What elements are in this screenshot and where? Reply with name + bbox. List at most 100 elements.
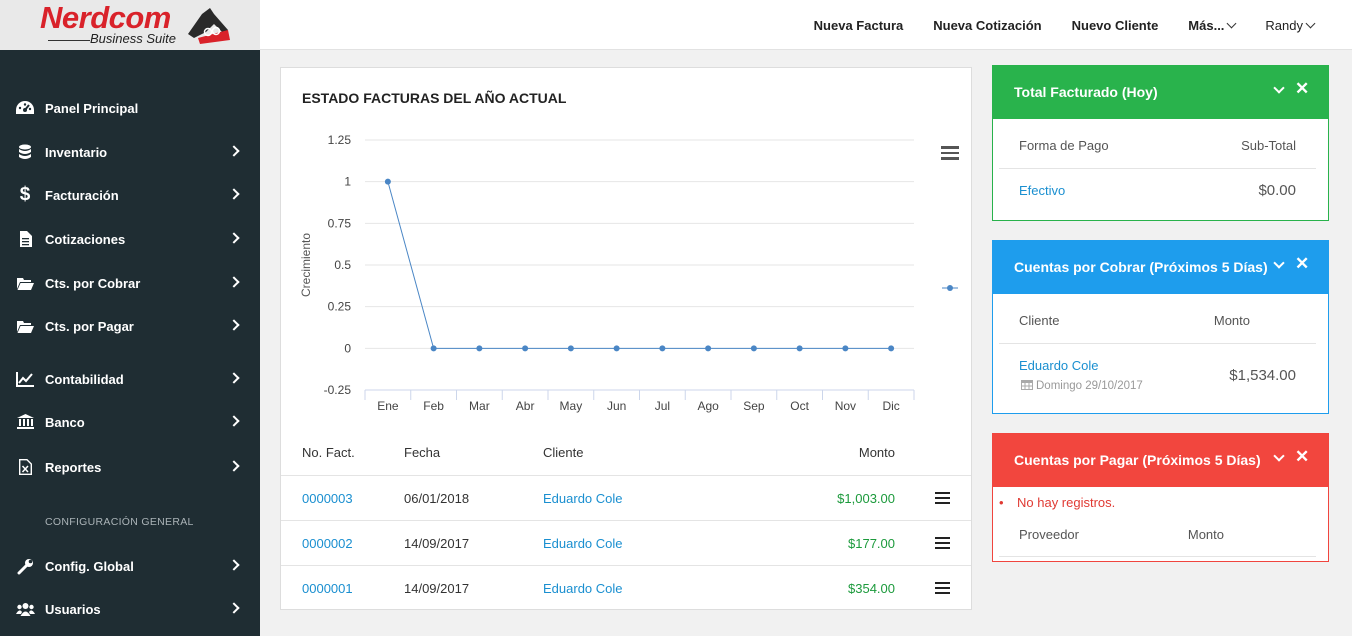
cuentas-por-pagar-panel: Cuentas por Pagar (Próximos 5 Días) ✕ • … <box>992 433 1329 562</box>
y-tick-label: -0.25 <box>324 383 352 397</box>
y-tick-label: 1 <box>344 175 351 189</box>
invoice-amount: $177.00 <box>848 536 895 551</box>
panel-title: Total Facturado (Hoy) <box>1014 84 1158 100</box>
table-row: 0000001 14/09/2017 Eduardo Cole $354.00 <box>281 565 971 610</box>
nueva-cotizacion-link[interactable]: Nueva Cotización <box>933 18 1041 33</box>
table-header: No. Fact. Fecha Cliente Monto <box>281 430 971 475</box>
row-menu-icon[interactable] <box>935 582 951 596</box>
sidebar: Panel Principal Inventario $ Facturación… <box>0 50 260 636</box>
x-tick-label: Ago <box>697 399 719 413</box>
col-proveedor: Proveedor <box>1019 527 1079 542</box>
users-icon <box>14 598 36 620</box>
sidebar-item-inventario[interactable]: Inventario <box>0 132 260 172</box>
logo-underline <box>48 40 90 41</box>
collapse-chevron-icon[interactable] <box>1273 452 1283 462</box>
close-icon[interactable]: ✕ <box>1295 80 1309 97</box>
x-tick-label: May <box>560 399 583 413</box>
data-point <box>796 345 803 352</box>
folder-open-icon <box>14 272 36 294</box>
divider <box>999 168 1316 169</box>
col-monto: Monto <box>1213 313 1250 328</box>
chevron-right-icon <box>228 232 240 244</box>
payment-method-link[interactable]: Efectivo <box>1019 183 1065 198</box>
sidebar-item-banco[interactable]: Banco <box>0 402 260 442</box>
client-link[interactable]: Eduardo Cole <box>543 521 623 566</box>
x-tick-label: Nov <box>835 399 856 413</box>
sidebar-item-cts-por-cobrar[interactable]: Cts. por Cobrar <box>0 263 260 303</box>
legend-series-marker[interactable] <box>942 283 958 293</box>
data-point <box>842 345 849 352</box>
panel-header: Total Facturado (Hoy) ✕ <box>993 66 1328 119</box>
nueva-factura-link[interactable]: Nueva Factura <box>814 18 904 33</box>
row-menu-icon[interactable] <box>935 492 951 506</box>
due-date-text: Domingo 29/10/2017 <box>1036 380 1143 392</box>
chevron-right-icon <box>228 602 240 614</box>
close-icon[interactable]: ✕ <box>1295 255 1309 272</box>
logo[interactable]: Nerdcom Business Suite <box>0 0 260 50</box>
sidebar-item-cts-por-pagar[interactable]: Cts. por Pagar <box>0 306 260 346</box>
y-tick-label: 0.5 <box>334 258 351 272</box>
col-cliente: Cliente <box>1019 313 1060 328</box>
sidebar-item-reportes[interactable]: Reportes <box>0 447 260 487</box>
sidebar-item-usuarios[interactable]: Usuarios <box>0 589 260 629</box>
data-point <box>476 345 483 352</box>
header-monto: Monto <box>858 445 895 460</box>
sidebar-item-label: Cotizaciones <box>45 231 126 247</box>
chevron-right-icon <box>228 415 240 427</box>
logo-mark-icon <box>188 8 230 44</box>
chevron-right-icon <box>228 188 240 200</box>
client-link[interactable]: Eduardo Cole <box>543 476 623 521</box>
user-menu[interactable]: Randy <box>1265 18 1314 33</box>
line-chart-icon <box>14 368 36 390</box>
dollar-icon: $ <box>19 184 31 205</box>
sidebar-item-cotizaciones[interactable]: Cotizaciones <box>0 219 260 259</box>
invoice-number-link[interactable]: 0000001 <box>302 566 353 611</box>
client-link[interactable]: Eduardo Cole <box>543 566 623 611</box>
x-tick-label: Mar <box>469 399 490 413</box>
y-axis-label: Crecimiento <box>299 233 313 297</box>
data-point <box>613 345 620 352</box>
chevron-right-icon <box>228 372 240 384</box>
panel-header: Cuentas por Pagar (Próximos 5 Días) ✕ <box>993 434 1328 487</box>
y-tick-label: 0 <box>344 341 351 355</box>
invoice-number-link[interactable]: 0000003 <box>302 476 353 521</box>
chart-title: ESTADO FACTURAS DEL AÑO ACTUAL <box>302 90 567 106</box>
collapse-chevron-icon[interactable] <box>1273 84 1283 94</box>
header-fecha: Fecha <box>404 445 441 460</box>
sidebar-item-config-global[interactable]: Config. Global <box>0 546 260 586</box>
invoice-date: 14/09/2017 <box>404 581 470 596</box>
line-chart: 1.25 1 0.75 0.5 0.25 0 -0.25 Ene Feb Mar Abr May Jun… <box>299 133 915 413</box>
sidebar-item-facturacion[interactable]: $ Facturación <box>0 175 260 215</box>
logo-subtitle: Business Suite <box>90 31 176 46</box>
dashboard-icon <box>14 97 36 119</box>
sidebar-item-panel-principal[interactable]: Panel Principal <box>0 88 260 128</box>
divider <box>999 343 1316 344</box>
row-menu-icon[interactable] <box>935 537 951 551</box>
mas-dropdown[interactable]: Más... <box>1188 18 1235 33</box>
panel-header: Cuentas por Cobrar (Próximos 5 Días) ✕ <box>993 241 1328 294</box>
nuevo-cliente-link[interactable]: Nuevo Cliente <box>1072 18 1159 33</box>
client-link[interactable]: Eduardo Cole <box>1019 358 1099 373</box>
panel-title: Cuentas por Cobrar (Próximos 5 Días) <box>1014 259 1268 275</box>
header-cliente: Cliente <box>543 445 584 460</box>
sidebar-item-label: Inventario <box>45 144 108 160</box>
chevron-right-icon <box>228 559 240 571</box>
y-tick-label: 1.25 <box>328 133 352 147</box>
chevron-right-icon <box>228 460 240 472</box>
invoice-number-link[interactable]: 0000002 <box>302 521 353 566</box>
x-tick-label: Feb <box>423 399 444 413</box>
sidebar-item-label: Cts. por Pagar <box>45 318 134 334</box>
y-tick-label: 0.75 <box>328 216 352 230</box>
sidebar-item-contabilidad[interactable]: Contabilidad <box>0 359 260 399</box>
invoice-date: 14/09/2017 <box>404 536 470 551</box>
close-icon[interactable]: ✕ <box>1295 448 1309 465</box>
table-row: 0000003 06/01/2018 Eduardo Cole $1,003.0… <box>281 475 971 520</box>
invoice-status-card: ESTADO FACTURAS DEL AÑO ACTUAL 1.25 1 0.75… <box>280 67 972 610</box>
col-forma-pago: Forma de Pago <box>1019 138 1109 153</box>
collapse-chevron-icon[interactable] <box>1273 259 1283 269</box>
y-tick-label: 0.25 <box>328 300 352 314</box>
no-records-text: No hay registros. <box>1017 495 1116 510</box>
chart-menu-icon[interactable] <box>941 146 961 162</box>
divider <box>999 556 1316 557</box>
database-icon <box>14 141 36 163</box>
